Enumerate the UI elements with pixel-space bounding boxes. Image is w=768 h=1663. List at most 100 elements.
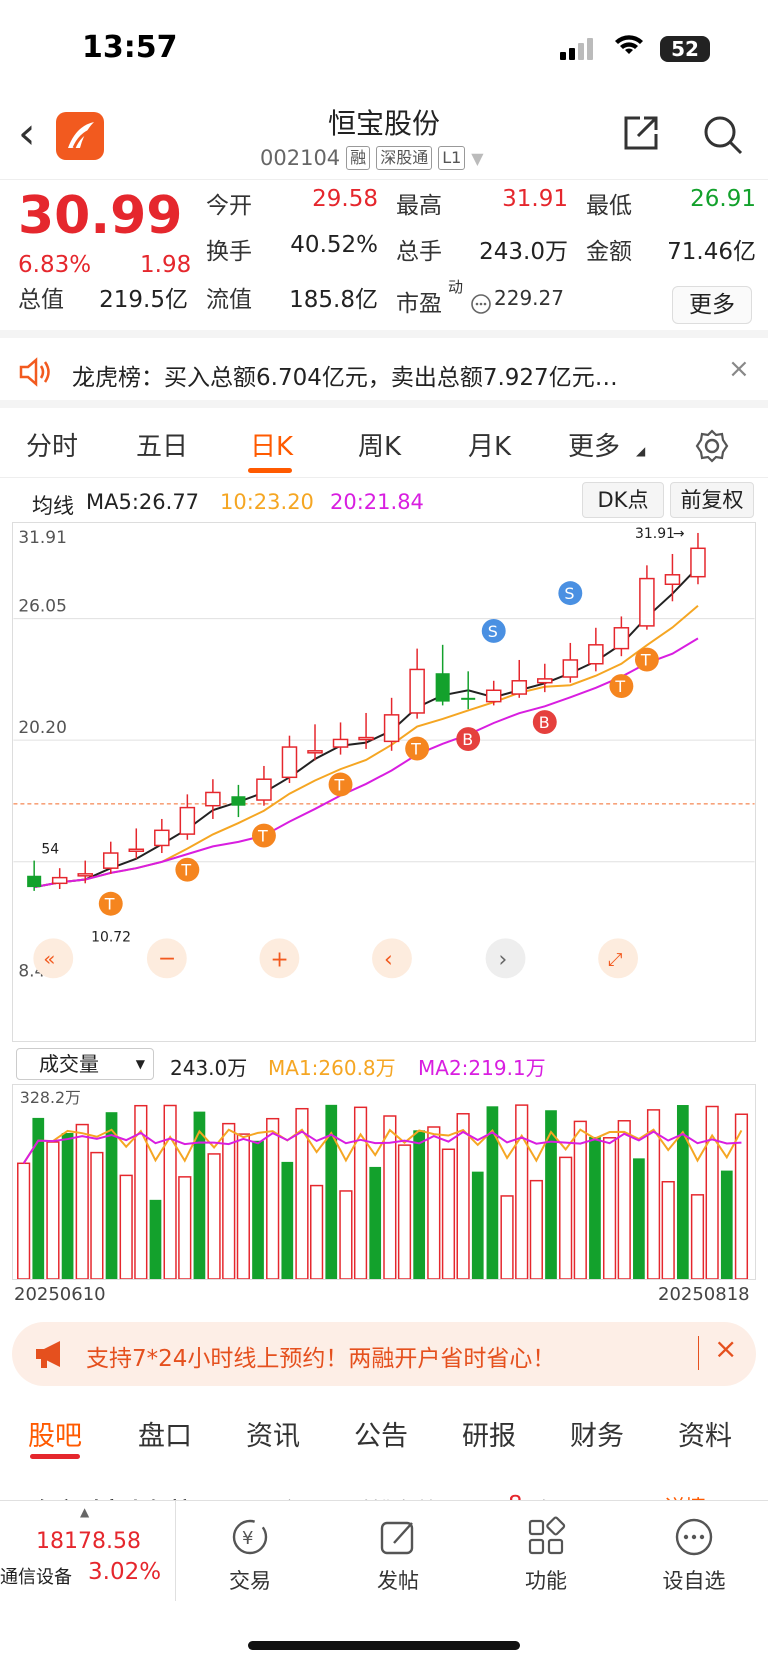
add-watchlist-button[interactable]: 设自选 [634, 1515, 754, 1595]
candle-body [358, 736, 374, 741]
candlestick-chart[interactable]: TTTTTBSBSTTS 31.91 26.05 20.20 8.49 31.9… [12, 522, 756, 1042]
tag-margin: 融 [346, 146, 371, 170]
close-icon[interactable]: × [714, 1332, 737, 1365]
partial-price-label: 54 [41, 842, 59, 858]
tab-weekly-k[interactable]: 周K [358, 426, 401, 463]
tab-monthly-k[interactable]: 月K [468, 426, 511, 463]
more-dots-icon [675, 1518, 713, 1556]
tab-profile[interactable]: 资料 [678, 1414, 732, 1453]
info-dots-icon[interactable] [470, 293, 492, 315]
field-label: 金额 [586, 239, 632, 265]
share-icon[interactable] [620, 112, 662, 154]
volume-bar [573, 1120, 587, 1279]
volume-bar [17, 1162, 31, 1279]
post-button[interactable]: 发帖 [338, 1515, 458, 1595]
popularity-row[interactable]: 东方财富人气榜 A股市场即时排名第 8 名 详情 » [0, 1466, 768, 1500]
volume-bar [163, 1104, 177, 1279]
candle-body [102, 852, 119, 869]
tab-five-day[interactable]: 五日 [136, 426, 188, 463]
svg-text:⤢: ⤢ [608, 949, 623, 970]
up-caret-icon: ▲ [80, 1505, 90, 1519]
signal-marker-letter: B [539, 713, 550, 732]
tab-market-depth[interactable]: 盘口 [138, 1414, 192, 1453]
settings-gear-icon[interactable] [694, 428, 730, 464]
tab-research[interactable]: 研报 [462, 1414, 516, 1453]
field-label: 总值 [18, 287, 64, 313]
fullscreen-icon[interactable]: ⤢ [598, 938, 639, 979]
popularity-text: A股市场即时排名第 [240, 1492, 440, 1500]
dragon-tiger-text: 龙虎榜：买入总额6.704亿元，卖出总额7.927亿元… [72, 365, 618, 391]
field-label: 市盈 [396, 291, 442, 317]
field-label: 最低 [586, 193, 632, 219]
candle-body [51, 876, 68, 885]
stock-code: 002104 [260, 146, 341, 170]
wifi-icon [615, 35, 643, 54]
details-link[interactable]: 详情 » [664, 1492, 726, 1500]
volume-bar [602, 1137, 617, 1279]
adjust-price-button[interactable]: 前复权 [670, 482, 754, 518]
field-label: 流值 [206, 287, 252, 313]
tab-financials[interactable]: 财务 [570, 1414, 624, 1453]
trade-icon: ¥ [232, 1519, 268, 1555]
svg-text:«: « [43, 947, 55, 970]
index-value: 18178.58 [36, 1529, 141, 1554]
volume-bar [61, 1133, 74, 1279]
tab-announcements[interactable]: 公告 [354, 1414, 408, 1453]
stock-subtitle: 002104 融 深股通 L1 ▼ [260, 146, 484, 170]
search-icon[interactable] [702, 114, 744, 156]
close-icon[interactable]: × [728, 354, 750, 384]
field-value: 71.46亿 [667, 239, 756, 265]
functions-button[interactable]: 功能 [486, 1515, 606, 1595]
field-value: 219.5亿 [99, 287, 188, 313]
add-watchlist-label: 设自选 [662, 1569, 726, 1593]
stock-header: ‹ 恒宝股份 002104 融 深股通 L1 ▼ [0, 100, 768, 180]
trade-button[interactable]: ¥ 交易 [190, 1515, 310, 1595]
volume-bar [266, 1117, 280, 1279]
active-tab-indicator [248, 468, 292, 473]
indicator-selector[interactable]: 成交量 ▼ [16, 1048, 154, 1080]
volume-bar [339, 1190, 353, 1279]
max-price-label: 31.91 [635, 526, 675, 542]
candle-body [537, 678, 553, 684]
megaphone-icon [36, 1341, 60, 1368]
volume-total: 243.0万 [170, 1056, 248, 1080]
volume-bar [207, 1153, 221, 1279]
dragon-tiger-banner[interactable]: 龙虎榜：买入总额6.704亿元，卖出总额7.927亿元… × [0, 338, 768, 408]
index-pct: 3.02% [88, 1559, 162, 1585]
volume-bar [222, 1122, 236, 1279]
next-button[interactable]: › [485, 938, 526, 979]
scroll-left-fast-button[interactable]: « [33, 938, 74, 979]
previous-button[interactable]: ‹ [372, 938, 412, 979]
chevron-down-icon[interactable]: ▼ [471, 149, 483, 168]
field-value: 185.8亿 [289, 287, 378, 313]
battery-indicator: 52 [660, 36, 710, 62]
max-arrow-icon: → [673, 526, 685, 542]
zoom-out-button[interactable]: − [146, 938, 187, 979]
volume-bar [90, 1151, 104, 1279]
tab-daily-k[interactable]: 日K [250, 426, 293, 463]
volume-bar [633, 1158, 645, 1279]
volume-bar [236, 1133, 250, 1279]
volume-chart[interactable]: 328.2万 [12, 1084, 756, 1280]
candles-group [27, 532, 706, 891]
candle-body [307, 750, 323, 754]
index-widget[interactable]: ▲ 18178.58 通信设备 3.02% [0, 1501, 176, 1601]
candle-body [332, 738, 349, 748]
dk-point-button[interactable]: DK点 [582, 482, 664, 518]
edit-icon [380, 1521, 414, 1555]
tab-news[interactable]: 资讯 [246, 1414, 300, 1453]
signal-marker-letter: T [257, 827, 268, 846]
more-button[interactable]: 更多 [672, 286, 752, 324]
volume-ma2: MA2:219.1万 [418, 1056, 546, 1080]
tab-intraday[interactable]: 分时 [26, 426, 78, 463]
zoom-in-button[interactable]: + [259, 938, 300, 979]
tab-forum[interactable]: 股吧 [28, 1414, 82, 1453]
tab-more[interactable]: 更多 [568, 426, 620, 463]
promo-banner[interactable]: 支持7*24小时线上预约！两融开户省时省心！ × [12, 1322, 756, 1386]
trade-label: 交易 [229, 1569, 271, 1593]
candle-body [281, 746, 298, 779]
field-label: 最高 [396, 193, 442, 219]
functions-label: 功能 [525, 1569, 567, 1593]
field-label: 换手 [206, 239, 252, 265]
candle-body [588, 644, 604, 665]
